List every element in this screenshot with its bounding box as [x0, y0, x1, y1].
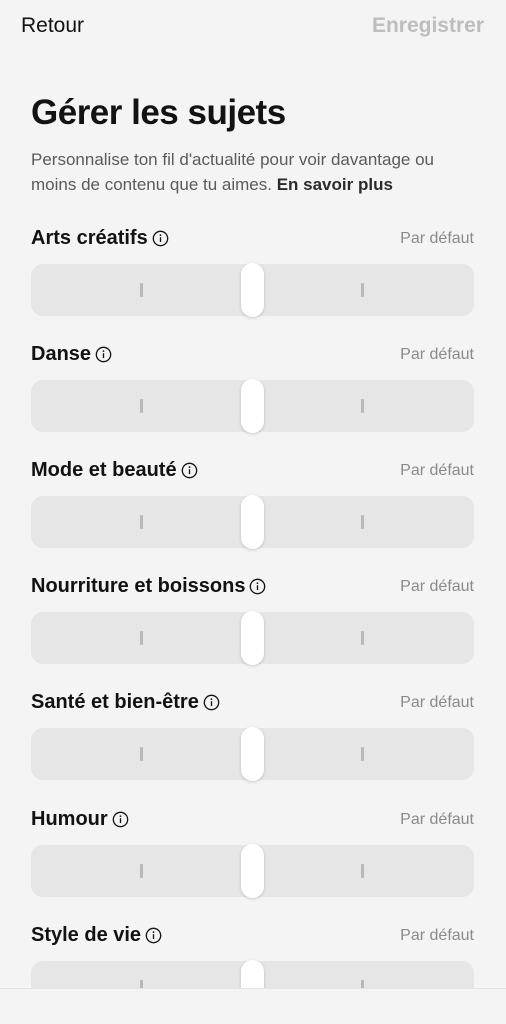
preference-slider[interactable]: [31, 379, 474, 433]
slider-tick-more: [361, 515, 364, 529]
preference-slider[interactable]: [31, 727, 474, 781]
topics-list: Arts créatifs Par défaut Danse Par défau…: [0, 0, 506, 988]
slider-thumb[interactable]: [241, 611, 264, 665]
topic-status: Par défaut: [400, 230, 474, 247]
topic-name: Mode et beauté: [31, 459, 177, 481]
slider-tick-less: [140, 631, 143, 645]
topic-style-de-vie: Style de vie Par défaut: [31, 924, 474, 988]
slider-thumb[interactable]: [241, 379, 264, 433]
topic-danse: Danse Par défaut: [31, 343, 474, 443]
slider-tick-more: [361, 864, 364, 878]
preference-slider[interactable]: [31, 263, 474, 317]
info-icon[interactable]: [249, 578, 266, 595]
slider-tick-less: [140, 747, 143, 761]
topic-name: Nourriture et boissons: [31, 575, 246, 597]
topic-status: Par défaut: [400, 578, 474, 595]
slider-tick-more: [361, 747, 364, 761]
preference-slider[interactable]: [31, 611, 474, 665]
topic-header: Danse Par défaut: [31, 343, 474, 371]
topic-name: Arts créatifs: [31, 227, 148, 249]
topic-name: Santé et bien-être: [31, 691, 199, 713]
topic-name: Danse: [31, 343, 92, 365]
topic-mode-et-beaute: Mode et beauté Par défaut: [31, 459, 474, 559]
slider-tick-less: [140, 515, 143, 529]
slider-thumb[interactable]: [241, 844, 264, 898]
slider-tick-more: [361, 399, 364, 413]
info-icon[interactable]: [152, 230, 169, 247]
topic-nourriture-et-boissons: Nourriture et boissons Par défaut: [31, 575, 474, 675]
topic-name: Humour: [31, 808, 108, 830]
topic-header: Style de vie Par défaut: [31, 924, 474, 952]
topic-humour: Humour Par défaut: [31, 808, 474, 908]
topic-header: Arts créatifs Par défaut: [31, 227, 474, 255]
info-icon[interactable]: [181, 462, 198, 479]
preference-slider[interactable]: [31, 844, 474, 898]
info-icon[interactable]: [145, 927, 162, 944]
info-icon[interactable]: [95, 346, 112, 363]
bottom-divider: [0, 988, 506, 989]
slider-thumb[interactable]: [241, 495, 264, 549]
topic-header: Mode et beauté Par défaut: [31, 459, 474, 487]
info-icon[interactable]: [203, 694, 220, 711]
slider-tick-less: [140, 283, 143, 297]
slider-tick-more: [361, 631, 364, 645]
info-icon[interactable]: [112, 811, 129, 828]
slider-tick-less: [140, 399, 143, 413]
slider-tick-more: [361, 980, 364, 988]
preference-slider[interactable]: [31, 960, 474, 988]
topic-header: Humour Par défaut: [31, 808, 474, 836]
topic-header: Nourriture et boissons Par défaut: [31, 575, 474, 603]
topic-name: Style de vie: [31, 924, 142, 946]
preference-slider[interactable]: [31, 495, 474, 549]
topic-status: Par défaut: [400, 811, 474, 828]
slider-tick-more: [361, 283, 364, 297]
topic-header: Santé et bien-être Par défaut: [31, 691, 474, 719]
slider-thumb[interactable]: [241, 727, 264, 781]
slider-tick-less: [140, 980, 143, 988]
slider-tick-less: [140, 864, 143, 878]
topic-arts-creatifs: Arts créatifs Par défaut: [31, 227, 474, 327]
topic-status: Par défaut: [400, 462, 474, 479]
topic-sante-et-bien-etre: Santé et bien-être Par défaut: [31, 691, 474, 791]
topic-status: Par défaut: [400, 927, 474, 944]
topic-status: Par défaut: [400, 346, 474, 363]
topic-status: Par défaut: [400, 694, 474, 711]
slider-thumb[interactable]: [241, 263, 264, 317]
slider-thumb[interactable]: [241, 960, 264, 988]
